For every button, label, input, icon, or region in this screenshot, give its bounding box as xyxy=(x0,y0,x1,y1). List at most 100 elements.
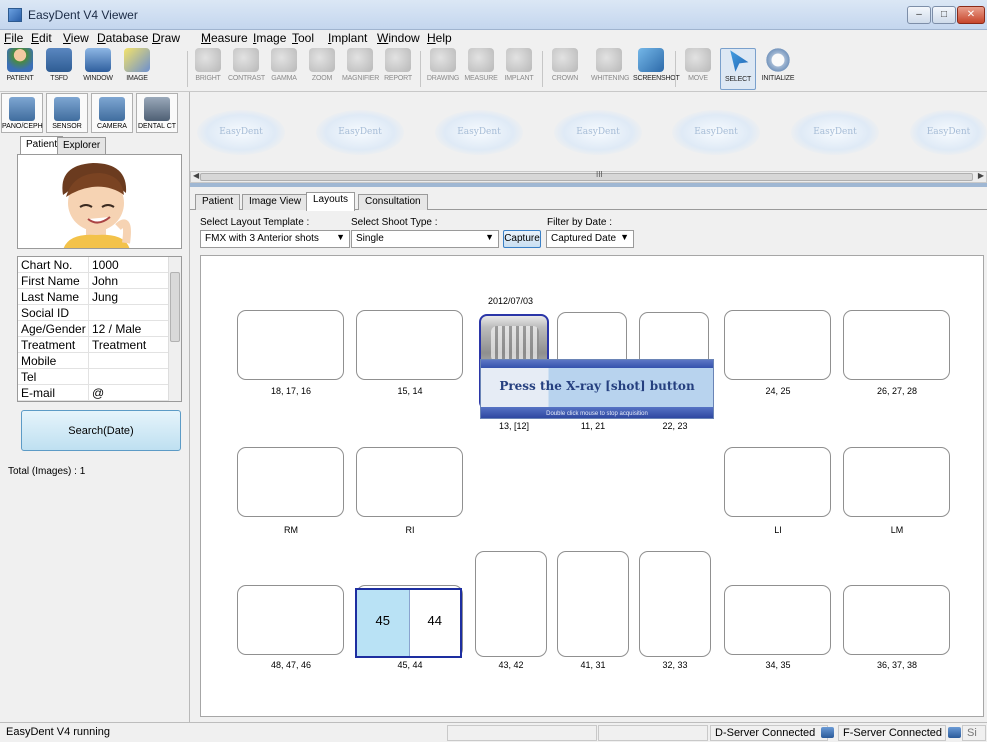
window-button[interactable]: WINDOW xyxy=(80,48,116,90)
scroll-left-icon[interactable]: ◀ xyxy=(193,171,199,180)
menu-tool[interactable]: Tool xyxy=(292,31,314,45)
pano-ceph-icon xyxy=(9,97,35,121)
xray-slot[interactable] xyxy=(639,551,711,657)
maximize-button[interactable]: □ xyxy=(932,6,956,24)
menu-measure[interactable]: Measure xyxy=(201,31,248,45)
close-button[interactable]: ✕ xyxy=(957,6,985,24)
menu-image[interactable]: Image xyxy=(253,31,286,45)
thumbnail-slot[interactable]: EasyDent xyxy=(435,110,523,155)
xray-slot[interactable] xyxy=(724,585,831,655)
patient-button[interactable]: PATIENT xyxy=(2,48,38,90)
filter-date-select[interactable]: Captured Date ▼ xyxy=(546,230,634,248)
shoot-type-select[interactable]: Single ▼ xyxy=(351,230,499,248)
window-icon xyxy=(85,48,111,72)
thumbnail-slot[interactable]: EasyDent xyxy=(791,110,879,155)
status-tail: Si xyxy=(962,725,986,741)
menu-implant[interactable]: Implant xyxy=(328,31,367,45)
window-title: EasyDent V4 Viewer xyxy=(28,8,138,22)
sensor-icon xyxy=(54,97,80,121)
xray-slot[interactable] xyxy=(843,310,950,380)
image-button[interactable]: IMAGE xyxy=(119,48,155,90)
camera-button[interactable]: CAMERA xyxy=(91,93,133,133)
minimize-button[interactable]: – xyxy=(907,6,931,24)
menu-view[interactable]: View xyxy=(63,31,89,45)
tsfd-icon xyxy=(46,48,72,72)
xray-slot[interactable] xyxy=(356,310,463,380)
contrast-icon xyxy=(233,48,259,72)
filter-date-label: Filter by Date : xyxy=(547,217,613,228)
scroll-right-icon[interactable]: ▶ xyxy=(978,171,984,180)
patient-row: Mobile xyxy=(18,353,181,369)
drawing-icon xyxy=(430,48,456,72)
menu-help[interactable]: Help xyxy=(427,31,452,45)
thumbnail-slot[interactable]: EasyDent xyxy=(316,110,404,155)
xray-slot[interactable] xyxy=(843,447,950,517)
chevron-down-icon: ▼ xyxy=(485,232,494,242)
bright-button[interactable]: BRIGHT xyxy=(190,48,226,90)
xray-slot[interactable] xyxy=(237,310,344,380)
layout-template-select[interactable]: FMX with 3 Anterior shots ▼ xyxy=(200,230,350,248)
sensor-button[interactable]: SENSOR xyxy=(46,93,88,133)
xray-slot[interactable] xyxy=(557,551,629,657)
magnifier-button[interactable]: MAGNIFIER xyxy=(342,48,379,90)
move-button[interactable]: MOVE xyxy=(680,48,716,90)
slot-label: 32, 33 xyxy=(662,660,688,670)
tab-explorer[interactable]: Explorer xyxy=(57,137,107,154)
menu-edit[interactable]: Edit xyxy=(31,31,52,45)
xray-slot[interactable] xyxy=(843,585,950,655)
dental-ct-button[interactable]: DENTAL CT xyxy=(136,93,178,133)
thumbnail-slot[interactable]: EasyDent xyxy=(197,110,285,155)
title-bar: EasyDent V4 Viewer – □ ✕ xyxy=(0,0,987,30)
server-icon xyxy=(821,727,834,738)
xray-slot[interactable] xyxy=(237,585,344,655)
xray-slot[interactable] xyxy=(356,447,463,517)
whitening-button[interactable]: WHITENING xyxy=(591,48,629,90)
menu-bar: File Edit View Database Draw Measure Ima… xyxy=(0,30,987,45)
selected-slot-left: 45 xyxy=(357,590,409,656)
screenshot-button[interactable]: SCREENSHOT xyxy=(633,48,680,90)
drawing-button[interactable]: DRAWING xyxy=(425,48,461,90)
contrast-button[interactable]: CONTRAST xyxy=(228,48,265,90)
pano-ceph-button[interactable]: PANO/CEPH xyxy=(1,93,43,133)
xray-slot[interactable] xyxy=(724,447,831,517)
toolbar-separator xyxy=(420,51,421,87)
select-button[interactable]: SELECT xyxy=(720,48,756,90)
menu-file[interactable]: File xyxy=(4,31,23,45)
initialize-button[interactable]: INITIALIZE xyxy=(760,48,796,90)
thumbnail-slot[interactable]: EasyDent xyxy=(554,110,642,155)
measure-icon xyxy=(468,48,494,72)
layout-template-label: Select Layout Template : xyxy=(200,217,310,228)
crown-button[interactable]: CROWN xyxy=(547,48,583,90)
measure-button[interactable]: MEASURE xyxy=(463,48,499,90)
slot-label: 22, 23 xyxy=(662,421,688,431)
tab-layouts[interactable]: Layouts xyxy=(306,192,356,211)
magnifier-icon xyxy=(347,48,373,72)
xray-slot[interactable] xyxy=(237,447,344,517)
gamma-button[interactable]: GAMMA xyxy=(266,48,302,90)
tsfd-button[interactable]: TSFD xyxy=(41,48,77,90)
xray-slot[interactable] xyxy=(475,551,547,657)
thumbnail-scrollbar[interactable]: ◀ III ▶ xyxy=(190,170,987,183)
xray-slot[interactable] xyxy=(724,310,831,380)
selected-slot[interactable]: 45 44 xyxy=(355,588,462,658)
scroll-thumb[interactable] xyxy=(170,272,180,342)
scroll-thumb[interactable]: III xyxy=(200,170,973,181)
tab-patient[interactable]: Patient xyxy=(195,194,241,210)
tab-consultation[interactable]: Consultation xyxy=(358,194,428,210)
selected-slot-right: 44 xyxy=(408,590,460,656)
report-button[interactable]: REPORT xyxy=(380,48,416,90)
menu-draw[interactable]: Draw xyxy=(152,31,180,45)
zoom-button[interactable]: ZOOM xyxy=(304,48,340,90)
status-empty xyxy=(447,725,597,741)
thumbnail-slot[interactable]: EasyDent xyxy=(672,110,760,155)
implant-button[interactable]: IMPLANT xyxy=(501,48,537,90)
menu-database[interactable]: Database xyxy=(97,31,148,45)
avatar xyxy=(62,163,131,248)
menu-window[interactable]: Window xyxy=(377,31,420,45)
patient-scrollbar[interactable] xyxy=(168,257,181,401)
camera-icon xyxy=(99,97,125,121)
thumbnail-slot[interactable]: EasyDent xyxy=(910,110,987,155)
tab-image-view[interactable]: Image View xyxy=(242,194,309,210)
capture-button[interactable]: Capture xyxy=(503,230,541,248)
search-date-button[interactable]: Search(Date) xyxy=(21,410,181,451)
